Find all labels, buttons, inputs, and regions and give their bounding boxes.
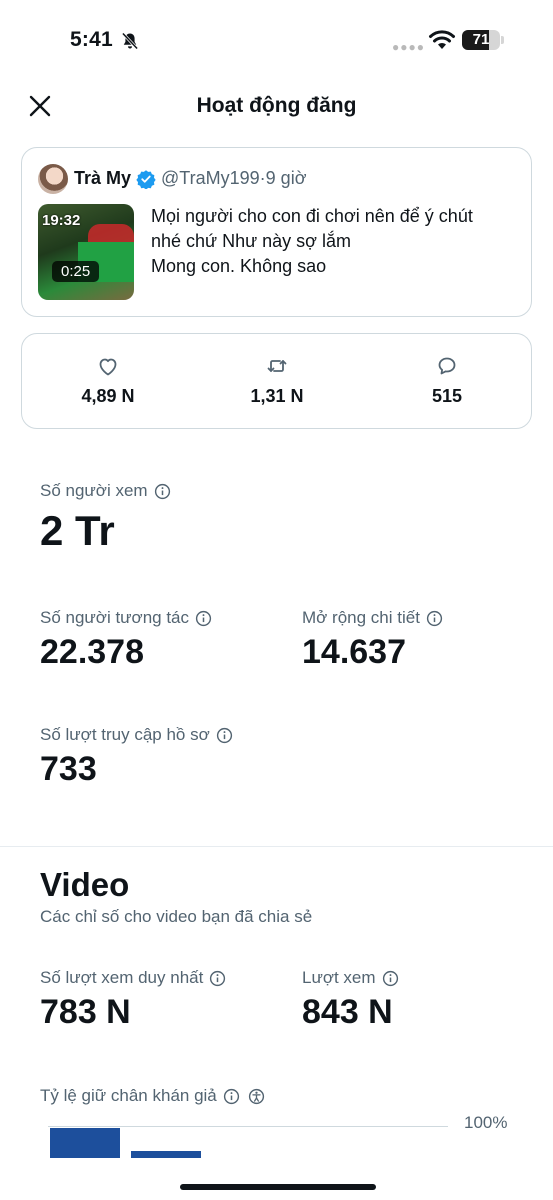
unique-views-value: 783 N <box>40 993 131 1031</box>
views-stat: Lượt xem 843 N <box>302 968 399 1032</box>
info-icon[interactable] <box>382 970 399 987</box>
unique-views-stat: Số lượt xem duy nhất 783 N <box>40 968 226 1032</box>
battery-level: 71 <box>472 31 490 48</box>
info-icon[interactable] <box>195 610 212 627</box>
reposts-metric[interactable]: 1,31 N <box>217 354 337 407</box>
info-icon[interactable] <box>216 727 233 744</box>
views-label: Lượt xem <box>302 968 376 987</box>
views-value: 843 N <box>302 993 393 1031</box>
impressions-value: 2 Tr <box>40 507 115 554</box>
video-thumbnail[interactable]: 19:32 0:25 <box>38 204 134 300</box>
engagements-value: 22.378 <box>40 633 144 671</box>
reply-icon <box>438 357 456 375</box>
section-divider <box>0 846 553 847</box>
retention-axis-line <box>48 1126 448 1127</box>
replies-metric[interactable]: 515 <box>387 354 507 407</box>
info-icon[interactable] <box>154 483 171 500</box>
profile-visits-stat: Số lượt truy cập hồ sơ 733 <box>40 725 233 789</box>
video-section-title: Video <box>40 866 130 903</box>
thumbnail-clock: 19:32 <box>42 212 81 229</box>
author-row: Trà My @TraMy199 · 9 giờ <box>74 168 307 189</box>
impressions-label: Số người xem <box>40 481 148 500</box>
detail-expands-stat: Mở rộng chi tiết 14.637 <box>302 608 443 672</box>
post-text-line: Mọi người cho con đi chơi nên để ý chút <box>151 206 473 226</box>
retention-label: Tỷ lệ giữ chân khán giả <box>40 1086 217 1105</box>
heart-icon <box>99 358 117 376</box>
repost-icon <box>267 360 287 372</box>
signal-dots-icon: ●●●● <box>392 40 425 54</box>
retention-bar <box>50 1128 120 1158</box>
engagements-label: Số người tương tác <box>40 608 190 627</box>
detail-expands-label: Mở rộng chi tiết <box>302 608 420 627</box>
post-text: Mọi người cho con đi chơi nên để ý chút … <box>151 204 521 279</box>
replies-count: 515 <box>431 386 463 406</box>
video-duration: 0:25 <box>52 261 100 282</box>
profile-visits-label: Số lượt truy cập hồ sơ <box>40 725 210 744</box>
avatar[interactable] <box>38 164 68 194</box>
battery-nub <box>501 36 504 44</box>
retention-bar <box>131 1151 201 1158</box>
status-bar: 5:41 ●●●● 71 <box>0 0 553 80</box>
detail-expands-value: 14.637 <box>302 633 406 671</box>
battery-icon: 71 <box>462 30 500 50</box>
reposts-count: 1,31 N <box>250 386 304 406</box>
accessibility-icon[interactable] <box>248 1088 265 1105</box>
likes-count: 4,89 N <box>81 386 135 406</box>
bell-slash-icon <box>121 32 139 50</box>
verified-badge-icon <box>136 169 156 189</box>
impressions-stat: Số người xem 2 Tr <box>40 481 171 555</box>
video-section-subtitle: Các chỉ số cho video bạn đã chia sẻ <box>40 907 313 926</box>
info-icon[interactable] <box>209 970 226 987</box>
home-indicator <box>180 1184 376 1190</box>
unique-views-label: Số lượt xem duy nhất <box>40 968 204 987</box>
post-text-line: nhé chứ Như này sợ lắm <box>151 231 351 251</box>
author-name[interactable]: Trà My <box>74 168 131 189</box>
header: Hoạt động đăng <box>0 80 553 134</box>
retention-axis-max: 100% <box>464 1113 508 1132</box>
wifi-icon <box>429 30 455 49</box>
status-time: 5:41 <box>70 28 113 51</box>
post-card[interactable]: Trà My @TraMy199 · 9 giờ 19:32 0:25 Mọi … <box>21 147 532 317</box>
info-icon[interactable] <box>223 1088 240 1105</box>
retention-header: Tỷ lệ giữ chân khán giả <box>40 1086 265 1106</box>
engagements-stat: Số người tương tác 22.378 <box>40 608 212 672</box>
post-text-line: Mong con. Không sao <box>151 256 327 276</box>
profile-visits-value: 733 <box>40 750 97 788</box>
likes-metric[interactable]: 4,89 N <box>48 354 168 407</box>
engagement-card: 4,89 N 1,31 N 515 <box>21 333 532 429</box>
post-time: 9 giờ <box>265 168 307 188</box>
page-title: Hoạt động đăng <box>196 94 357 117</box>
info-icon[interactable] <box>426 610 443 627</box>
author-handle: @TraMy199 <box>161 168 260 188</box>
